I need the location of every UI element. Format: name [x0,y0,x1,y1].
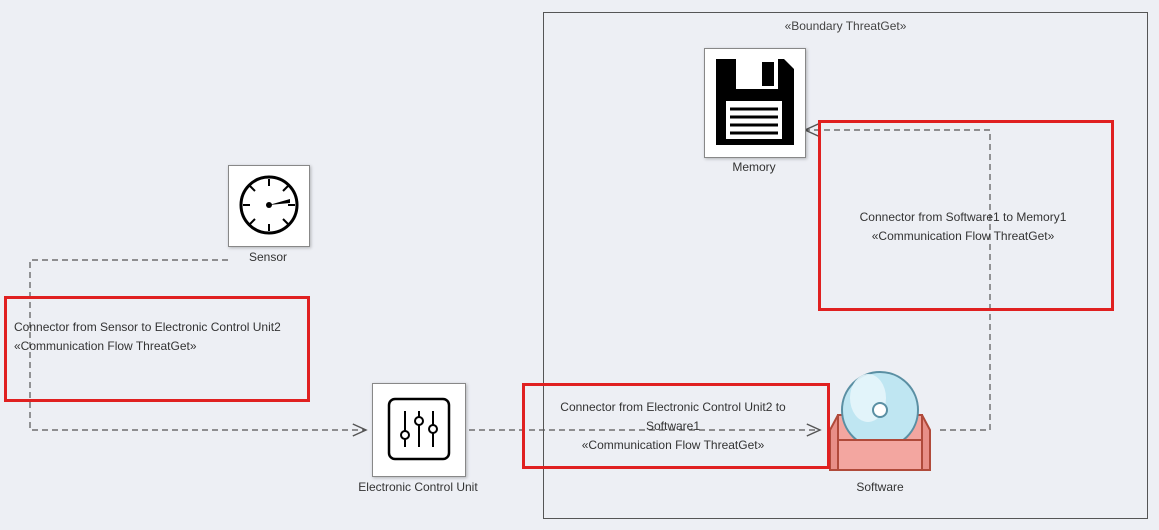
node-sensor-label: Sensor [228,250,308,264]
connector-line2: «Communication Flow ThreatGet» [532,436,814,455]
software-icon [820,464,940,478]
connector-line1: Connector from Sensor to Electronic Cont… [14,318,294,337]
boundary-label: «Boundary ThreatGet» [544,19,1147,33]
node-memory[interactable] [704,48,806,158]
connector-sensor-to-ecu-label: Connector from Sensor to Electronic Cont… [14,318,294,356]
connector-software-to-memory-label: Connector from Software1 to Memory1 «Com… [838,208,1088,246]
node-memory-label: Memory [704,160,804,174]
connector-line1: Connector from Software1 to Memory1 [838,208,1088,227]
node-software-label: Software [820,480,940,494]
node-ecu[interactable] [372,383,466,477]
node-ecu-label: Electronic Control Unit [352,480,484,494]
node-software[interactable] [820,360,940,475]
connector-line2: «Communication Flow ThreatGet» [14,337,294,356]
ecu-icon [383,393,455,468]
node-sensor[interactable] [228,165,310,247]
connector-line2: «Communication Flow ThreatGet» [838,227,1088,246]
connector-line1: Connector from Electronic Control Unit2 … [532,398,814,436]
sensor-icon [238,174,300,239]
connector-ecu-to-software-label: Connector from Electronic Control Unit2 … [532,398,814,456]
floppy-icon [714,57,796,150]
